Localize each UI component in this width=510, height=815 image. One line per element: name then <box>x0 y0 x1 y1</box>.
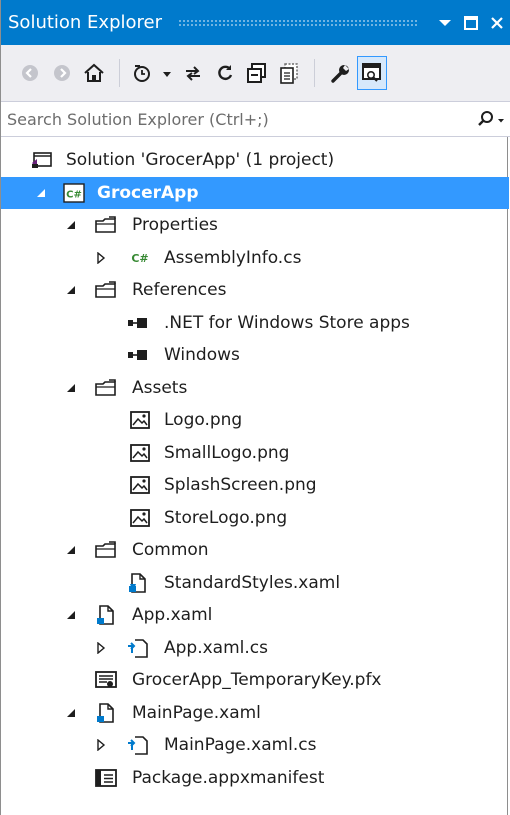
folder-icon <box>95 279 117 301</box>
tree-item-mainpage-xaml-cs[interactable]: MainPage.xaml.cs <box>1 729 509 762</box>
csharp-file-icon: C# <box>129 247 151 269</box>
properties-icon[interactable] <box>325 56 355 90</box>
tree-item-project[interactable]: C# GrocerApp <box>1 176 509 209</box>
expand-arrow-icon[interactable] <box>94 641 108 655</box>
collapse-arrow-icon[interactable] <box>64 218 78 232</box>
maximize-icon[interactable] <box>459 8 483 38</box>
reference-icon <box>127 312 149 334</box>
tree-item-label: Windows <box>164 345 240 366</box>
tree-item-label: Solution 'GrocerApp' (1 project) <box>66 150 335 171</box>
tree-item-label: Properties <box>132 215 218 236</box>
drag-grip[interactable] <box>178 18 419 27</box>
code-behind-file-icon <box>127 637 149 659</box>
image-file-icon <box>129 507 151 529</box>
tree-item-label: GrocerApp <box>97 182 199 203</box>
collapse-arrow-icon[interactable] <box>64 608 78 622</box>
expand-arrow-icon[interactable] <box>94 738 108 752</box>
tree-item-references[interactable]: References <box>1 274 509 307</box>
tree-item-label: SmallLogo.png <box>164 442 290 463</box>
tree-item-package-appxmanifest[interactable]: Package.appxmanifest <box>1 762 509 795</box>
reference-icon <box>127 344 149 366</box>
tree-item-storelogo-png[interactable]: StoreLogo.png <box>1 502 509 535</box>
back-icon[interactable] <box>15 56 45 90</box>
tree-item-label: StoreLogo.png <box>164 507 288 528</box>
solution-tree: Solution 'GrocerApp' (1 project) C# Groc… <box>1 144 509 794</box>
refresh-icon[interactable] <box>210 56 240 90</box>
tree-item-label: GrocerApp_TemporaryKey.pfx <box>132 670 382 691</box>
tree-item-label: References <box>132 280 227 301</box>
search-input[interactable] <box>1 108 471 130</box>
tree-item-splashscreen-png[interactable]: SplashScreen.png <box>1 469 509 502</box>
tree-item-label: SplashScreen.png <box>164 475 317 496</box>
collapse-arrow-icon[interactable] <box>34 186 48 200</box>
code-behind-file-icon <box>127 734 149 756</box>
home-icon[interactable] <box>79 56 109 90</box>
close-icon[interactable] <box>485 8 509 38</box>
window-title: Solution Explorer <box>8 12 162 33</box>
tree-item-label: Common <box>132 540 209 561</box>
tree-item-assets[interactable]: Assets <box>1 372 509 405</box>
tree-item-label: Assets <box>132 377 188 398</box>
tree-item-label: Package.appxmanifest <box>132 767 325 788</box>
toolbar-separator <box>119 59 120 87</box>
tree-item-reference-netcore[interactable]: .NET for Windows Store apps <box>1 307 509 340</box>
tree-item-label: StandardStyles.xaml <box>164 572 341 593</box>
pending-changes-icon[interactable] <box>130 56 176 90</box>
xaml-file-icon <box>95 604 117 626</box>
folder-icon <box>95 214 117 236</box>
xaml-file-icon <box>127 572 149 594</box>
solution-icon <box>31 149 53 171</box>
toolbar <box>1 45 510 101</box>
tree-item-smalllogo-png[interactable]: SmallLogo.png <box>1 437 509 470</box>
folder-icon <box>95 539 117 561</box>
collapse-arrow-icon[interactable] <box>64 706 78 720</box>
svg-text:C#: C# <box>66 189 82 200</box>
xaml-file-icon <box>95 702 117 724</box>
window-menu-dropdown-icon[interactable] <box>433 8 457 38</box>
tree-item-label: MainPage.xaml.cs <box>164 735 317 756</box>
tree-item-common[interactable]: Common <box>1 534 509 567</box>
certificate-icon <box>95 669 117 691</box>
forward-icon[interactable] <box>47 56 77 90</box>
tree-item-mainpage-xaml[interactable]: MainPage.xaml <box>1 697 509 730</box>
tree-item-label: App.xaml <box>132 605 213 626</box>
preview-icon[interactable] <box>357 56 387 90</box>
image-file-icon <box>129 442 151 464</box>
collapse-arrow-icon[interactable] <box>64 543 78 557</box>
collapse-arrow-icon[interactable] <box>64 381 78 395</box>
tree-item-standardstyles-xaml[interactable]: StandardStyles.xaml <box>1 567 509 600</box>
tree-item-label: App.xaml.cs <box>164 637 268 658</box>
tree-item-properties[interactable]: Properties <box>1 209 509 242</box>
tree-item-solution[interactable]: Solution 'GrocerApp' (1 project) <box>1 144 509 177</box>
collapse-arrow-icon[interactable] <box>64 283 78 297</box>
collapse-all-icon[interactable] <box>242 56 272 90</box>
tree-item-label: Logo.png <box>164 410 243 431</box>
tree-item-reference-windows[interactable]: Windows <box>1 339 509 372</box>
tree-item-temporary-key-pfx[interactable]: GrocerApp_TemporaryKey.pfx <box>1 664 509 697</box>
tree-item-app-xaml[interactable]: App.xaml <box>1 599 509 632</box>
tree-item-logo-png[interactable]: Logo.png <box>1 404 509 437</box>
tree-item-label: .NET for Windows Store apps <box>164 312 410 333</box>
search-icon[interactable] <box>471 110 510 128</box>
image-file-icon <box>129 409 151 431</box>
expand-arrow-icon[interactable] <box>94 251 108 265</box>
tree-item-label: AssemblyInfo.cs <box>164 247 302 268</box>
sync-icon[interactable] <box>178 56 208 90</box>
search-box <box>1 101 510 137</box>
manifest-icon <box>95 767 117 789</box>
title-bar: Solution Explorer <box>1 0 510 45</box>
tree-item-assemblyinfo[interactable]: C# AssemblyInfo.cs <box>1 242 509 275</box>
tree-item-app-xaml-cs[interactable]: App.xaml.cs <box>1 632 509 665</box>
solution-explorer-window: Solution Explorer Search Solution Explor… <box>0 0 510 815</box>
svg-text:C#: C# <box>131 252 148 265</box>
folder-icon <box>95 377 117 399</box>
show-all-files-icon[interactable] <box>274 56 304 90</box>
csharp-project-icon: C# <box>63 182 85 204</box>
tree-item-label: MainPage.xaml <box>132 702 261 723</box>
image-file-icon <box>129 474 151 496</box>
toolbar-separator <box>314 59 315 87</box>
